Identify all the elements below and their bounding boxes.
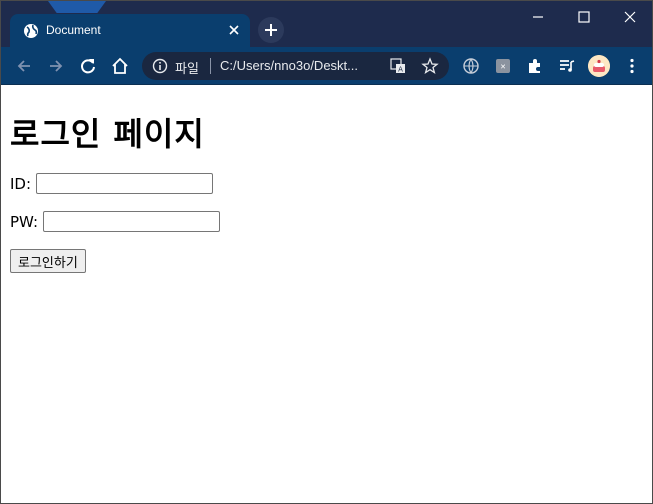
id-label: ID: <box>10 174 32 193</box>
url-scheme-label: 파일 <box>175 62 199 77</box>
svg-text:A: A <box>398 66 403 74</box>
pw-label: PW: <box>10 212 39 231</box>
id-field-row: ID: <box>10 173 213 194</box>
tab-document[interactable]: Document <box>10 14 250 48</box>
grid-extension-icon[interactable]: ✕ <box>493 56 513 76</box>
new-tab-button[interactable] <box>258 17 284 43</box>
omnibox-separator <box>210 58 211 74</box>
tab-title: Document <box>46 23 101 37</box>
pw-input[interactable] <box>42 211 220 232</box>
avatar[interactable] <box>588 55 610 77</box>
page-title: 로그인 페이지 <box>10 115 205 153</box>
page-content: 로그인 페이지 ID: PW: 로그인하기 <box>1 85 652 503</box>
maximize-icon[interactable] <box>574 7 594 27</box>
home-icon[interactable] <box>109 55 131 77</box>
kebab-menu-icon[interactable] <box>622 56 642 76</box>
address-bar[interactable]: 파일 C:/Users/nno3o/Deskt... A <box>142 52 449 80</box>
plus-icon <box>265 24 277 36</box>
window-close-icon[interactable] <box>620 7 640 27</box>
globe-extension-icon[interactable] <box>461 56 481 76</box>
svg-text:✕: ✕ <box>500 63 506 71</box>
pw-field-row: PW: <box>10 211 220 232</box>
reload-icon[interactable] <box>77 55 99 77</box>
puzzle-icon[interactable] <box>525 56 545 76</box>
info-icon[interactable] <box>152 58 168 74</box>
tab-strip: Document <box>1 1 652 48</box>
tab-close-icon[interactable] <box>226 22 242 38</box>
translate-icon[interactable]: A <box>390 58 406 74</box>
url-text[interactable]: C:/Users/nno3o/Deskt... <box>220 58 358 73</box>
media-queue-icon[interactable] <box>557 56 577 76</box>
browser-window: Document 파일 C:/Users/nno3o/Deskt... A ✕ … <box>0 0 653 504</box>
tab-search-accent <box>48 1 106 13</box>
globe-icon <box>24 24 38 38</box>
minimize-icon[interactable] <box>528 7 548 27</box>
back-arrow-icon[interactable] <box>13 55 35 77</box>
id-input[interactable] <box>35 173 213 194</box>
star-icon[interactable] <box>421 57 439 75</box>
forward-arrow-icon[interactable] <box>45 55 67 77</box>
profile-avatar-icon <box>588 55 610 77</box>
login-button[interactable]: 로그인하기 <box>10 249 86 273</box>
browser-toolbar: 파일 C:/Users/nno3o/Deskt... A ✕ <box>1 47 652 85</box>
